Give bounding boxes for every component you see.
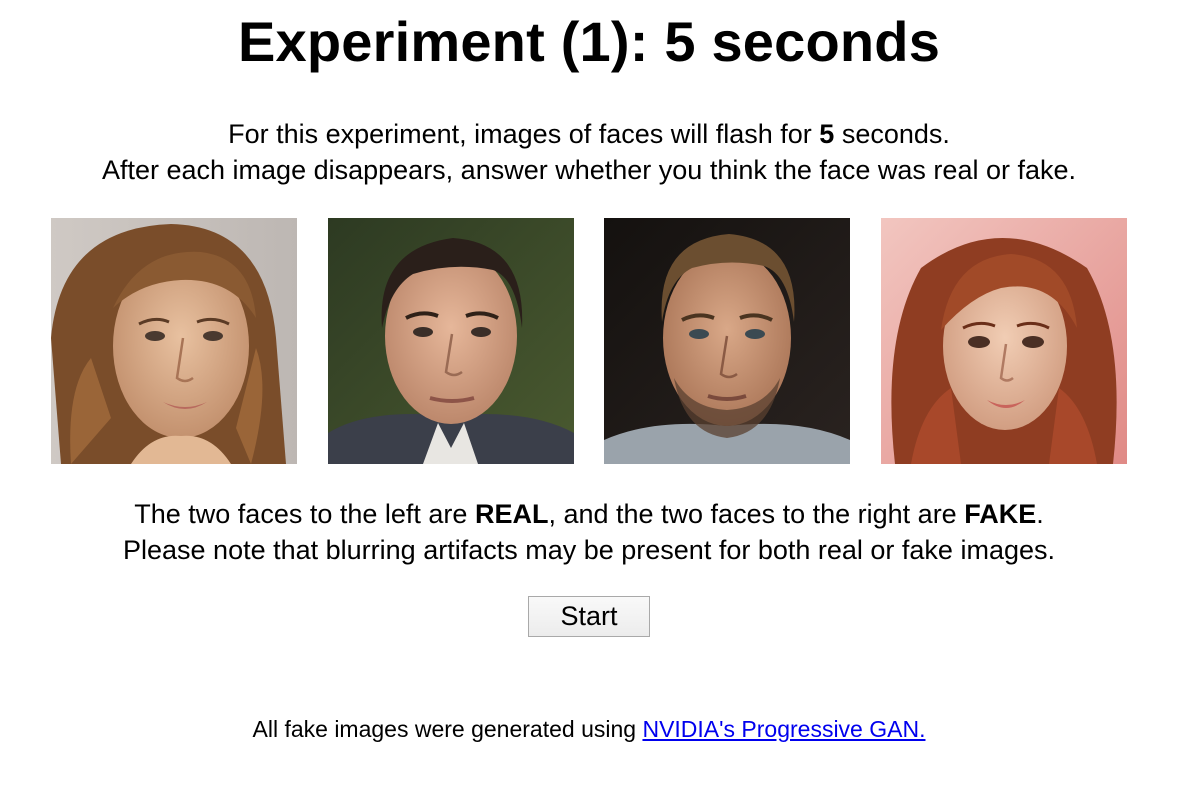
instructions-line-1: For this experiment, images of faces wil… bbox=[0, 116, 1178, 152]
real-label: REAL bbox=[474, 499, 549, 529]
explanation-line-1: The two faces to the left are REAL, and … bbox=[0, 496, 1178, 532]
fake-label: FAKE bbox=[964, 499, 1037, 529]
fake-face-man-image bbox=[604, 218, 850, 464]
start-button[interactable]: Start bbox=[528, 596, 650, 637]
real-face-man-image bbox=[328, 218, 574, 464]
example-faces bbox=[51, 218, 1127, 464]
explanation: The two faces to the left are REAL, and … bbox=[0, 496, 1178, 568]
instructions-line-1-start: For this experiment, images of faces wil… bbox=[228, 119, 820, 149]
explanation-line-1-end: . bbox=[1036, 499, 1044, 529]
explanation-line-1-start: The two faces to the left are bbox=[134, 499, 475, 529]
page-title: Experiment (1): 5 seconds bbox=[237, 10, 941, 73]
real-face-woman-image bbox=[51, 218, 297, 464]
footer-text: All fake images were generated using bbox=[252, 716, 643, 742]
explanation-line-2: Please note that blurring artifacts may … bbox=[123, 535, 1055, 565]
instructions-line-1-end: seconds. bbox=[834, 119, 950, 149]
instructions: For this experiment, images of faces wil… bbox=[0, 116, 1178, 188]
explanation-line-1-middle: , and the two faces to the right are bbox=[548, 499, 965, 529]
progressive-gan-link[interactable]: NVIDIA's Progressive GAN. bbox=[642, 716, 925, 742]
instructions-line-2: After each image disappears, answer whet… bbox=[101, 155, 1077, 185]
footer: All fake images were generated using NVI… bbox=[0, 714, 1178, 744]
flash-duration: 5 bbox=[819, 119, 835, 149]
fake-face-woman-image bbox=[881, 218, 1127, 464]
